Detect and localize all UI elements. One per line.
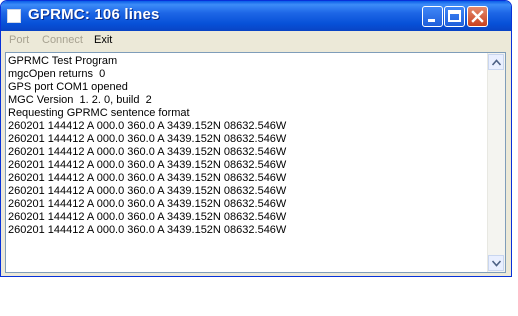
output-line: mgcOpen returns 0	[8, 68, 106, 80]
output-line: 260201 144412 A 000.0 360.0 A 3439.152N …	[8, 172, 287, 184]
output-line: 260201 144412 A 000.0 360.0 A 3439.152N …	[8, 198, 287, 210]
output-lines: GPRMC Test Program mgcOpen returns 0 GPS…	[8, 55, 490, 237]
maximize-button[interactable]	[444, 6, 465, 27]
menu-connect[interactable]: Connect	[42, 34, 83, 46]
output-line: Requesting GPRMC sentence format	[8, 107, 190, 119]
app-window: GPRMC: 106 lines Port Connect Exit GPRMC…	[0, 0, 512, 277]
output-textarea[interactable]: GPRMC Test Program mgcOpen returns 0 GPS…	[5, 52, 506, 273]
output-line: GPS port COM1 opened	[8, 81, 128, 93]
output-line: 260201 144412 A 000.0 360.0 A 3439.152N …	[8, 133, 287, 145]
output-line: 260201 144412 A 000.0 360.0 A 3439.152N …	[8, 185, 287, 197]
output-line: 260201 144412 A 000.0 360.0 A 3439.152N …	[8, 159, 287, 171]
menu-bar: Port Connect Exit	[1, 31, 511, 50]
minimize-icon	[428, 19, 435, 22]
window-title: GPRMC: 106 lines	[28, 6, 160, 23]
output-line: 260201 144412 A 000.0 360.0 A 3439.152N …	[8, 146, 287, 158]
minimize-button[interactable]	[422, 6, 443, 27]
vertical-scrollbar[interactable]	[487, 53, 505, 272]
output-line: GPRMC Test Program	[8, 55, 118, 67]
menu-port[interactable]: Port	[9, 34, 29, 46]
scroll-down-button[interactable]	[488, 255, 504, 271]
title-bar[interactable]: GPRMC: 106 lines	[1, 1, 511, 31]
scroll-up-button[interactable]	[488, 54, 504, 70]
close-icon	[471, 10, 484, 23]
output-line: 260201 144412 A 000.0 360.0 A 3439.152N …	[8, 120, 287, 132]
arrow-up-icon	[492, 59, 501, 66]
close-button[interactable]	[467, 6, 488, 27]
output-line: MGC Version 1. 2. 0, build 2	[8, 94, 152, 106]
app-icon	[7, 9, 21, 23]
output-line: 260201 144412 A 000.0 360.0 A 3439.152N …	[8, 224, 287, 236]
maximize-icon	[448, 10, 461, 22]
arrow-down-icon	[492, 260, 501, 267]
output-line: 260201 144412 A 000.0 360.0 A 3439.152N …	[8, 211, 287, 223]
menu-exit[interactable]: Exit	[94, 34, 112, 46]
